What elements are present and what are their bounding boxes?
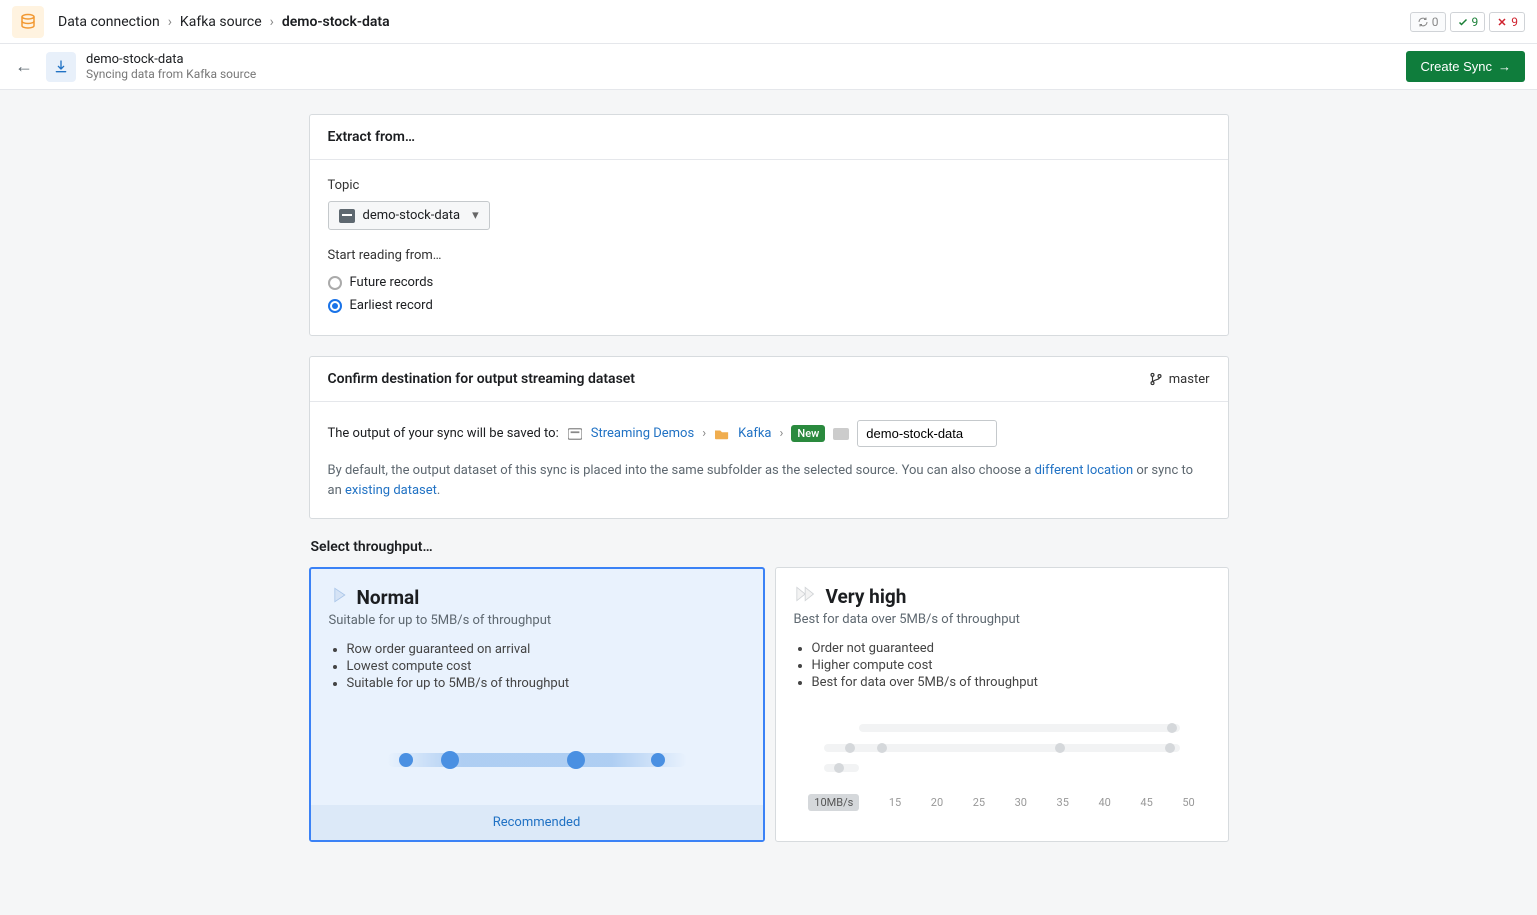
app-logo bbox=[12, 6, 44, 38]
sub-bar: ← demo-stock-data Syncing data from Kafk… bbox=[0, 44, 1537, 90]
throughput-card-very-high[interactable]: Very high Best for data over 5MB/s of th… bbox=[775, 567, 1229, 842]
throughput-scale: 10MB/s 15 20 25 30 35 40 45 50 bbox=[794, 794, 1210, 823]
caret-down-icon: ▾ bbox=[472, 208, 479, 223]
page-body: Extract from… Topic demo-stock-data ▾ St… bbox=[0, 90, 1537, 915]
chevron-right-icon: › bbox=[702, 426, 706, 441]
dataset-icon bbox=[833, 428, 849, 440]
radio-icon bbox=[328, 276, 342, 290]
throughput-card-normal[interactable]: Normal Suitable for up to 5MB/s of throu… bbox=[309, 567, 765, 842]
save-to-label: The output of your sync will be saved to… bbox=[328, 426, 559, 441]
throughput-normal-subtitle: Suitable for up to 5MB/s of throughput bbox=[329, 613, 745, 628]
sub-titles: demo-stock-data Syncing data from Kafka … bbox=[86, 52, 256, 81]
stream-icon bbox=[339, 209, 355, 223]
chevron-right-icon: › bbox=[780, 426, 784, 441]
page-title: demo-stock-data bbox=[86, 52, 256, 67]
recommended-label: Recommended bbox=[311, 805, 763, 840]
status-error-count[interactable]: 9 bbox=[1489, 12, 1525, 32]
dataset-name-input[interactable] bbox=[857, 420, 997, 447]
radio-future-records[interactable]: Future records bbox=[328, 271, 1210, 294]
breadcrumb-l1[interactable]: Data connection bbox=[58, 14, 160, 30]
folder-icon bbox=[714, 427, 730, 441]
throughput-normal-features: Row order guaranteed on arrival Lowest c… bbox=[347, 640, 745, 693]
branch-icon bbox=[1149, 372, 1163, 386]
high-visualization bbox=[794, 706, 1210, 784]
breadcrumb-current: demo-stock-data bbox=[282, 14, 390, 30]
start-reading-label: Start reading from… bbox=[328, 248, 1210, 263]
new-tag: New bbox=[791, 425, 825, 442]
different-location-link[interactable]: different location bbox=[1035, 463, 1134, 478]
x-icon bbox=[1496, 16, 1508, 28]
arrow-right-icon: → bbox=[1498, 59, 1511, 74]
play-icon bbox=[329, 585, 349, 609]
topic-dropdown[interactable]: demo-stock-data ▾ bbox=[328, 201, 490, 230]
existing-dataset-link[interactable]: existing dataset bbox=[345, 483, 437, 498]
throughput-section-label: Select throughput… bbox=[311, 539, 1229, 555]
normal-visualization bbox=[329, 715, 745, 805]
status-sync-count[interactable]: 0 bbox=[1410, 12, 1446, 32]
breadcrumb-l2[interactable]: Kafka source bbox=[180, 14, 262, 30]
throughput-high-subtitle: Best for data over 5MB/s of throughput bbox=[794, 612, 1210, 627]
fast-forward-icon bbox=[794, 584, 818, 608]
back-button[interactable]: ← bbox=[12, 56, 36, 77]
create-sync-button[interactable]: Create Sync → bbox=[1406, 51, 1525, 82]
branch-indicator[interactable]: master bbox=[1149, 372, 1210, 387]
database-icon bbox=[19, 13, 37, 31]
chevron-right-icon: › bbox=[168, 14, 172, 30]
radio-icon bbox=[328, 299, 342, 313]
sync-icon-box bbox=[46, 52, 76, 82]
extract-card: Extract from… Topic demo-stock-data ▾ St… bbox=[309, 114, 1229, 336]
top-bar: Data connection › Kafka source › demo-st… bbox=[0, 0, 1537, 44]
status-success-count[interactable]: 9 bbox=[1450, 12, 1486, 32]
path-link-2[interactable]: Kafka bbox=[738, 426, 771, 441]
throughput-high-features: Order not guaranteed Higher compute cost… bbox=[812, 639, 1210, 692]
refresh-icon bbox=[1417, 16, 1429, 28]
download-icon bbox=[53, 59, 69, 75]
throughput-normal-title: Normal bbox=[357, 586, 420, 609]
throughput-options: Normal Suitable for up to 5MB/s of throu… bbox=[309, 567, 1229, 842]
breadcrumb: Data connection › Kafka source › demo-st… bbox=[58, 14, 390, 30]
check-icon bbox=[1457, 16, 1469, 28]
destination-header: Confirm destination for output streaming… bbox=[328, 371, 636, 387]
page-subtitle: Syncing data from Kafka source bbox=[86, 67, 256, 81]
destination-help-text: By default, the output dataset of this s… bbox=[328, 461, 1210, 500]
destination-card: Confirm destination for output streaming… bbox=[309, 356, 1229, 519]
path-link-1[interactable]: Streaming Demos bbox=[591, 426, 694, 441]
radio-earliest-record[interactable]: Earliest record bbox=[328, 294, 1210, 317]
topic-label: Topic bbox=[328, 178, 1210, 193]
throughput-high-title: Very high bbox=[826, 585, 907, 608]
extract-header: Extract from… bbox=[328, 129, 416, 145]
status-indicators: 0 9 9 bbox=[1410, 12, 1525, 32]
project-icon bbox=[567, 427, 583, 441]
chevron-right-icon: › bbox=[270, 14, 274, 30]
